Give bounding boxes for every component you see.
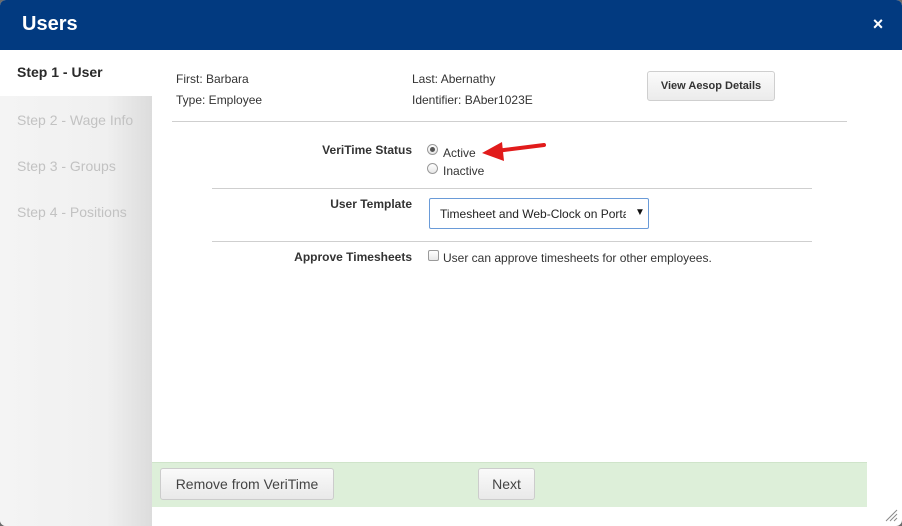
divider <box>172 121 847 122</box>
step-3-groups[interactable]: Step 3 - Groups <box>0 144 152 190</box>
close-icon[interactable]: × <box>868 14 888 36</box>
last-name: Last: Abernathy <box>412 72 496 86</box>
approve-timesheets-text[interactable]: User can approve timesheets for other em… <box>443 251 712 265</box>
status-active-label[interactable]: Active <box>443 146 476 160</box>
user-template-label: User Template <box>330 197 412 211</box>
user-template-value: Timesheet and Web-Clock on Portal <box>440 207 626 221</box>
view-aesop-details-button[interactable]: View Aesop Details <box>647 71 775 101</box>
step-label: Step 1 - User <box>17 64 103 80</box>
status-inactive-label[interactable]: Inactive <box>443 164 484 178</box>
dialog-header: Users × <box>0 0 902 50</box>
next-button[interactable]: Next <box>478 468 535 500</box>
red-arrow-annotation-icon <box>482 142 546 161</box>
identifier: Identifier: BAber1023E <box>412 93 533 107</box>
divider <box>212 241 812 242</box>
dialog-title: Users <box>22 13 78 35</box>
divider <box>212 188 812 189</box>
steps-sidebar: Step 1 - User Step 2 - Wage Info Step 3 … <box>0 50 152 526</box>
step-label: Step 2 - Wage Info <box>17 112 134 128</box>
first-name: First: Barbara <box>176 72 249 86</box>
status-active-radio[interactable] <box>427 144 438 155</box>
caret-down-icon: ▼ <box>635 207 645 218</box>
veritime-status-label: VeriTime Status <box>322 143 412 157</box>
users-dialog: Users × Step 1 - User Step 2 - Wage Info… <box>0 0 902 526</box>
remove-from-veritime-button[interactable]: Remove from VeriTime <box>160 468 334 500</box>
step-2-wage-info[interactable]: Step 2 - Wage Info <box>0 98 152 144</box>
step-label: Step 3 - Groups <box>17 158 116 174</box>
user-type: Type: Employee <box>176 93 263 107</box>
status-inactive-radio[interactable] <box>427 163 438 174</box>
step-label: Step 4 - Positions <box>17 204 127 220</box>
step-1-user[interactable]: Step 1 - User <box>0 50 152 96</box>
resize-grip-icon[interactable] <box>884 508 898 522</box>
user-template-select[interactable]: Timesheet and Web-Clock on Portal ▼ <box>429 198 649 229</box>
approve-timesheets-label: Approve Timesheets <box>294 250 412 264</box>
approve-timesheets-checkbox[interactable] <box>428 250 439 261</box>
step-4-positions[interactable]: Step 4 - Positions <box>0 190 152 236</box>
